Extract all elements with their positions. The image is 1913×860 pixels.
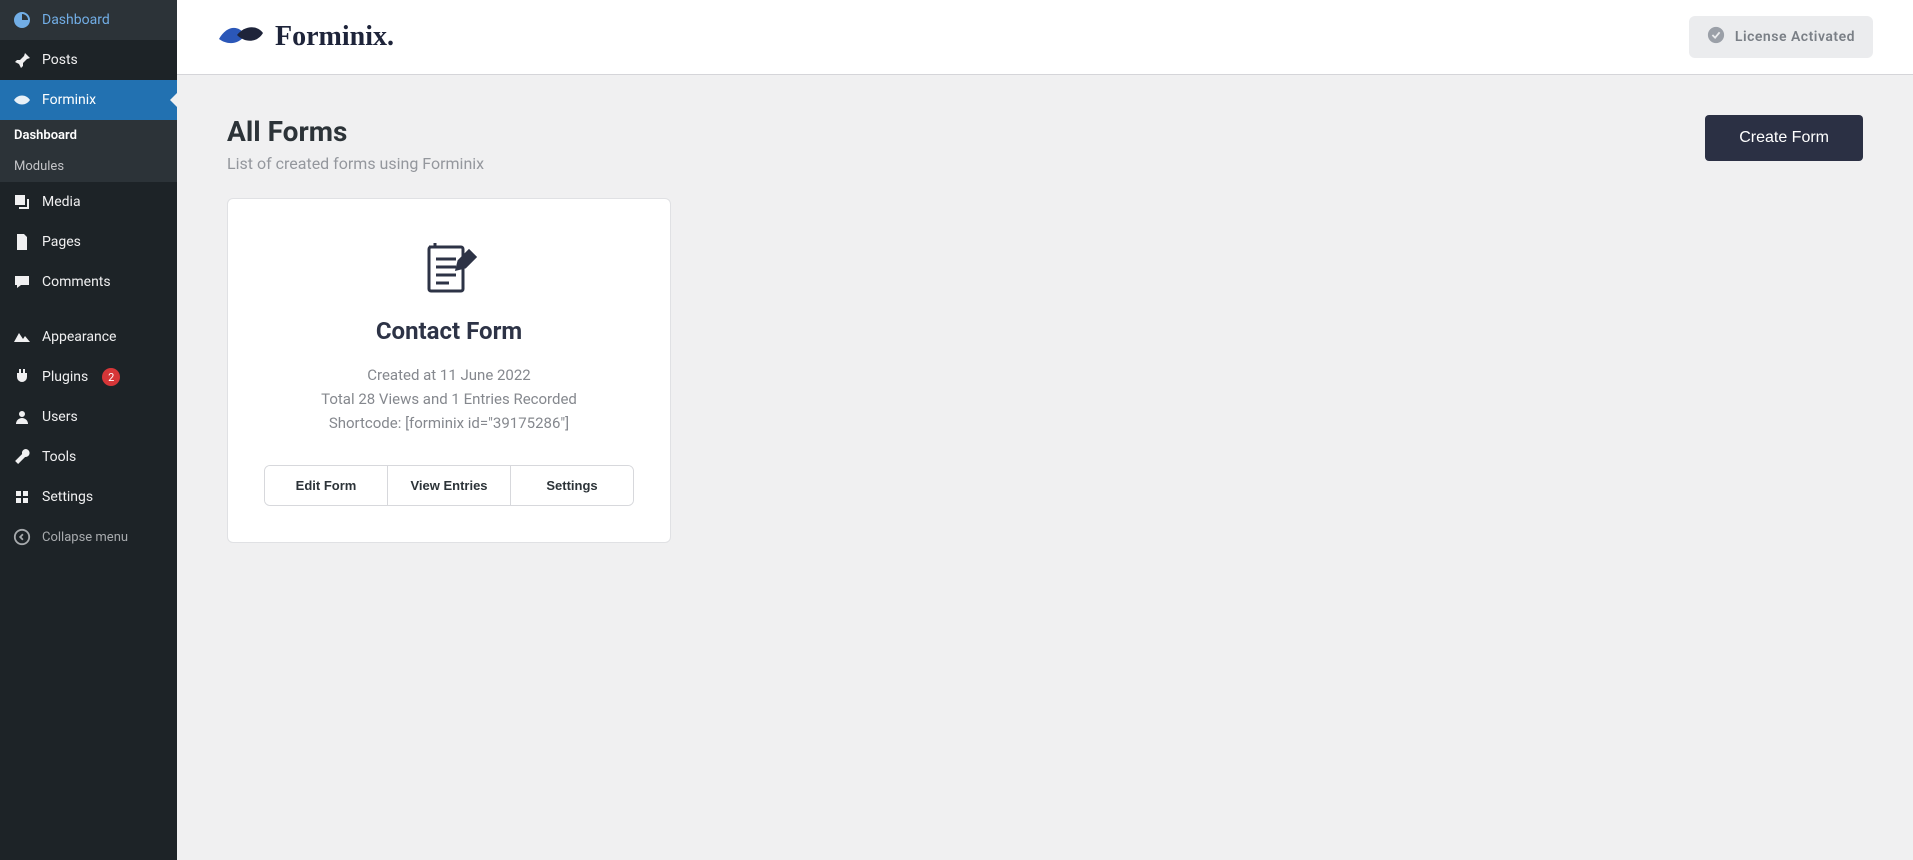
- view-entries-button[interactable]: View Entries: [387, 466, 510, 505]
- form-stats-line: Total 28 Views and 1 Entries Recorded: [264, 387, 634, 411]
- sidebar-sub-dashboard[interactable]: Dashboard: [0, 120, 177, 151]
- page-subtitle: List of created forms using Forminix: [227, 154, 484, 173]
- topbar: Forminix. License Activated: [177, 0, 1913, 75]
- sidebar-item-label: Pages: [42, 234, 81, 250]
- sidebar-item-users[interactable]: Users: [0, 397, 177, 437]
- sidebar-item-label: Plugins: [42, 369, 88, 385]
- create-form-button[interactable]: Create Form: [1705, 115, 1863, 161]
- sidebar-item-comments[interactable]: Comments: [0, 262, 177, 302]
- sidebar-item-settings[interactable]: Settings: [0, 477, 177, 517]
- sidebar-submenu: Dashboard Modules: [0, 120, 177, 182]
- sidebar-item-posts[interactable]: Posts: [0, 40, 177, 80]
- page-header: All Forms List of created forms using Fo…: [227, 115, 1863, 173]
- sidebar-sub-modules[interactable]: Modules: [0, 151, 177, 182]
- sidebar-item-appearance[interactable]: Appearance: [0, 317, 177, 357]
- license-label: License Activated: [1735, 29, 1855, 45]
- sidebar-item-label: Appearance: [42, 329, 116, 345]
- sidebar-item-dashboard[interactable]: Dashboard: [0, 0, 177, 40]
- comments-icon: [12, 272, 32, 292]
- form-card-actions: Edit Form View Entries Settings: [264, 465, 634, 506]
- check-circle-icon: [1707, 26, 1725, 48]
- appearance-icon: [12, 327, 32, 347]
- form-card: Contact Form Created at 11 June 2022 Tot…: [227, 198, 671, 543]
- sidebar-item-label: Settings: [42, 489, 93, 505]
- sidebar-item-pages[interactable]: Pages: [0, 222, 177, 262]
- media-icon: [12, 192, 32, 212]
- dashboard-icon: [12, 10, 32, 30]
- edit-form-button[interactable]: Edit Form: [265, 466, 387, 505]
- brand-logo-icon: [217, 21, 265, 53]
- brand-text: Forminix.: [275, 21, 394, 53]
- sidebar-item-forminix[interactable]: Forminix: [0, 80, 177, 120]
- form-created-line: Created at 11 June 2022: [264, 363, 634, 387]
- plugins-icon: [12, 367, 32, 387]
- sidebar-item-media[interactable]: Media: [0, 182, 177, 222]
- form-shortcode-line: Shortcode: [forminix id="39175286"]: [264, 411, 634, 435]
- page-title: All Forms: [227, 115, 484, 148]
- forms-grid: Contact Form Created at 11 June 2022 Tot…: [227, 198, 1863, 543]
- sidebar-item-label: Tools: [42, 449, 76, 465]
- form-settings-button[interactable]: Settings: [510, 466, 633, 505]
- sidebar-item-label: Dashboard: [42, 12, 110, 28]
- sidebar-item-plugins[interactable]: Plugins 2: [0, 357, 177, 397]
- admin-sidebar: Dashboard Posts Forminix Dashboard Modul…: [0, 0, 177, 860]
- forminix-icon: [12, 90, 32, 110]
- sidebar-item-label: Comments: [42, 274, 111, 290]
- form-card-title: Contact Form: [264, 317, 634, 345]
- plugins-update-badge: 2: [102, 368, 120, 386]
- sidebar-item-label: Users: [42, 409, 78, 425]
- form-card-meta: Created at 11 June 2022 Total 28 Views a…: [264, 363, 634, 435]
- sidebar-item-tools[interactable]: Tools: [0, 437, 177, 477]
- users-icon: [12, 407, 32, 427]
- form-document-icon: [264, 239, 634, 299]
- collapse-menu-button[interactable]: Collapse menu: [0, 517, 177, 557]
- license-badge: License Activated: [1689, 16, 1873, 58]
- tools-icon: [12, 447, 32, 467]
- sidebar-item-label: Forminix: [42, 92, 96, 108]
- pages-icon: [12, 232, 32, 252]
- brand: Forminix.: [217, 21, 394, 53]
- pin-icon: [12, 50, 32, 70]
- collapse-label: Collapse menu: [42, 530, 128, 545]
- content: All Forms List of created forms using Fo…: [177, 75, 1913, 583]
- sidebar-item-label: Posts: [42, 52, 78, 68]
- sidebar-item-label: Media: [42, 194, 81, 210]
- collapse-icon: [12, 527, 32, 547]
- main-area: Forminix. License Activated All Forms Li…: [177, 0, 1913, 860]
- sidebar-separator: [0, 307, 177, 312]
- settings-icon: [12, 487, 32, 507]
